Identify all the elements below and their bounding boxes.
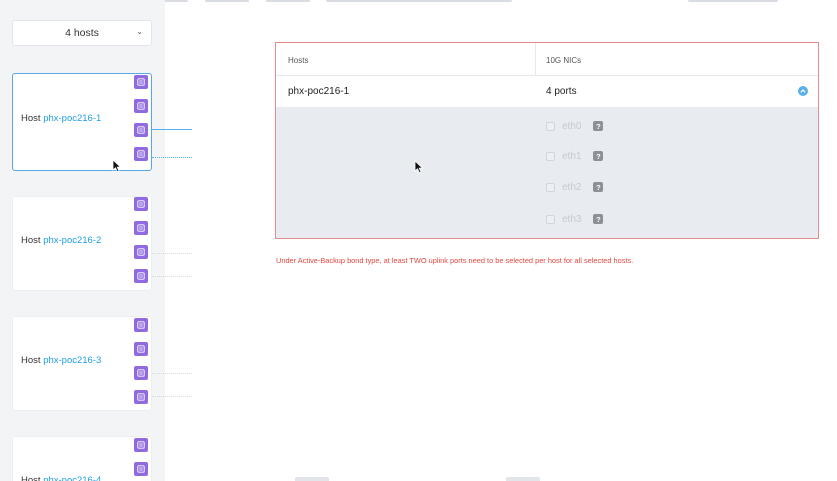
port-checkbox[interactable] bbox=[546, 214, 555, 224]
host-prefix: Host bbox=[21, 235, 41, 246]
help-icon[interactable]: ? bbox=[593, 121, 604, 131]
nic-port-button[interactable] bbox=[134, 245, 148, 259]
nic-port-icon bbox=[137, 465, 145, 473]
nic-port-button[interactable] bbox=[134, 221, 148, 235]
nic-port-icon bbox=[137, 321, 145, 329]
nic-port-icon bbox=[137, 369, 145, 377]
uplink-connector bbox=[152, 396, 192, 397]
nic-port-icon bbox=[137, 78, 145, 86]
nic-port-icon bbox=[137, 102, 145, 110]
port-option-eth1[interactable]: eth1 ? bbox=[546, 149, 604, 163]
port-checkbox[interactable] bbox=[546, 121, 555, 131]
toolbar-remnant bbox=[205, 0, 249, 2]
port-label: eth2 bbox=[562, 181, 582, 193]
uplink-connector bbox=[152, 157, 192, 158]
port-label: eth3 bbox=[562, 213, 582, 225]
port-label: eth0 bbox=[562, 120, 582, 132]
nic-port-button[interactable] bbox=[134, 318, 148, 332]
host-prefix: Host bbox=[21, 475, 41, 481]
nic-port-button[interactable] bbox=[134, 197, 148, 211]
mouse-cursor-icon bbox=[414, 160, 424, 174]
footer-button-remnant[interactable] bbox=[506, 477, 540, 481]
host-card[interactable]: Host phx-poc216-1 bbox=[12, 73, 152, 171]
help-icon[interactable]: ? bbox=[593, 182, 604, 192]
table-header: Hosts 10G NICs bbox=[276, 43, 818, 76]
host-name-link[interactable]: phx-poc216-1 bbox=[43, 113, 101, 124]
toolbar-remnant bbox=[266, 0, 310, 2]
host-label: Host phx-poc216-3 bbox=[21, 355, 101, 366]
host-card[interactable]: Host phx-poc216-2 bbox=[12, 196, 152, 291]
validation-error-message: Under Active-Backup bond type, at least … bbox=[276, 256, 634, 265]
nic-port-button[interactable] bbox=[134, 462, 148, 476]
help-icon[interactable]: ? bbox=[593, 214, 604, 224]
nic-port-icon bbox=[137, 345, 145, 353]
nic-port-button[interactable] bbox=[134, 123, 148, 137]
nic-port-button[interactable] bbox=[134, 147, 148, 161]
network-config-screen: 4 hosts ⌄ Host phx-poc216-1 Host phx-poc… bbox=[0, 0, 837, 481]
uplink-connector bbox=[152, 373, 192, 374]
help-icon[interactable]: ? bbox=[593, 151, 604, 161]
host-name-link[interactable]: phx-poc216-2 bbox=[43, 235, 101, 246]
uplink-connector bbox=[152, 253, 192, 254]
footer-button-remnant[interactable] bbox=[295, 477, 329, 481]
nic-port-icon bbox=[137, 248, 145, 256]
hosts-count-select[interactable]: 4 hosts ⌄ bbox=[12, 20, 152, 46]
nic-port-icon bbox=[137, 126, 145, 134]
chevron-down-icon: ⌄ bbox=[136, 27, 143, 36]
host-label: Host phx-poc216-2 bbox=[21, 235, 101, 246]
port-option-eth0[interactable]: eth0 ? bbox=[546, 119, 604, 133]
nic-port-button[interactable] bbox=[134, 269, 148, 283]
hosts-count-value: 4 hosts bbox=[65, 27, 99, 39]
nic-port-button[interactable] bbox=[134, 99, 148, 113]
host-card[interactable]: Host phx-poc216-3 bbox=[12, 316, 152, 411]
nic-selection-table: Hosts 10G NICs phx-poc216-1 4 ports eth0… bbox=[275, 42, 819, 239]
nic-port-button[interactable] bbox=[134, 438, 148, 452]
column-header-hosts: Hosts bbox=[288, 56, 309, 65]
table-row[interactable]: phx-poc216-1 4 ports bbox=[276, 76, 818, 107]
row-ports-summary: 4 ports bbox=[546, 86, 577, 97]
nic-port-button[interactable] bbox=[134, 366, 148, 380]
column-header-nics: 10G NICs bbox=[546, 56, 582, 65]
nic-port-icon bbox=[137, 150, 145, 158]
host-prefix: Host bbox=[21, 113, 41, 124]
port-option-eth2[interactable]: eth2 ? bbox=[546, 180, 604, 194]
nic-port-icon bbox=[137, 393, 145, 401]
toolbar-remnant bbox=[326, 0, 512, 2]
host-name-link[interactable]: phx-poc216-3 bbox=[43, 355, 101, 366]
host-label: Host phx-poc216-1 bbox=[21, 113, 101, 124]
host-name-link[interactable]: phx-poc216-4 bbox=[43, 475, 101, 481]
port-checkbox[interactable] bbox=[546, 151, 555, 161]
nic-port-button[interactable] bbox=[134, 75, 148, 89]
mouse-cursor-icon bbox=[112, 159, 122, 173]
uplink-connector bbox=[152, 129, 192, 130]
nic-port-icon bbox=[137, 224, 145, 232]
nic-port-icon bbox=[137, 200, 145, 208]
row-host-name: phx-poc216-1 bbox=[288, 86, 350, 97]
chevron-up-icon[interactable] bbox=[798, 86, 808, 96]
nic-port-button[interactable] bbox=[134, 390, 148, 404]
port-label: eth1 bbox=[562, 150, 582, 162]
uplink-connector bbox=[152, 276, 192, 277]
toolbar-remnant bbox=[688, 0, 778, 2]
host-card[interactable]: Host phx-poc216-4 bbox=[12, 436, 152, 481]
host-label: Host phx-poc216-4 bbox=[21, 475, 101, 481]
host-prefix: Host bbox=[21, 355, 41, 366]
nic-port-button[interactable] bbox=[134, 342, 148, 356]
nic-port-icon bbox=[137, 272, 145, 280]
port-option-eth3[interactable]: eth3 ? bbox=[546, 212, 604, 226]
nic-port-icon bbox=[137, 441, 145, 449]
column-divider bbox=[535, 43, 536, 76]
port-checkbox[interactable] bbox=[546, 182, 555, 192]
